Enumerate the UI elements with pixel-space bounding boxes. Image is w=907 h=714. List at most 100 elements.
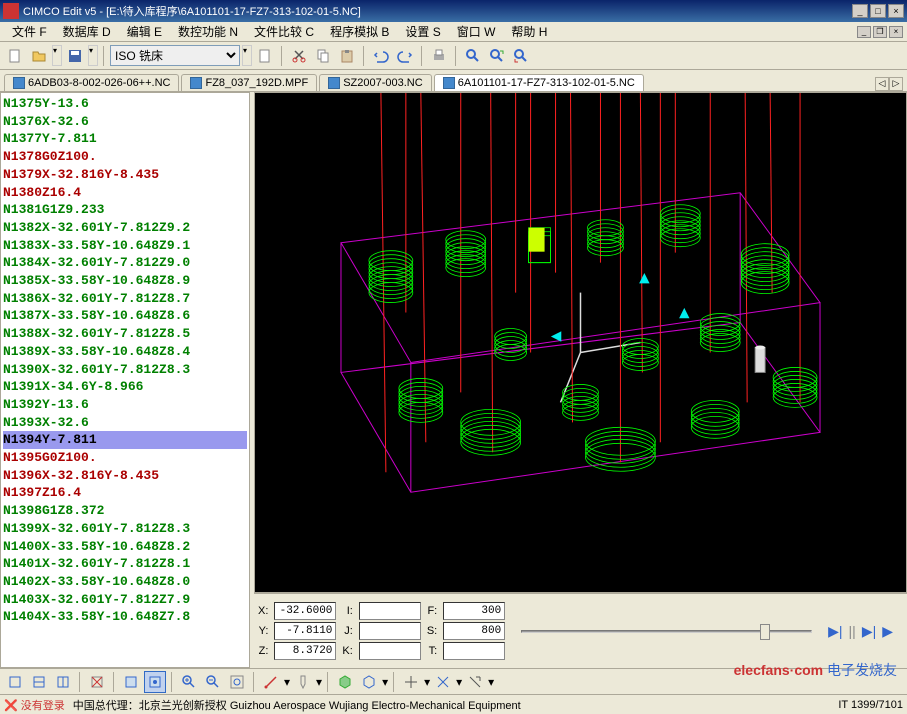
code-line[interactable]: N1376X-32.6 — [3, 113, 247, 131]
tab-scroll-right-button[interactable]: ▷ — [889, 77, 903, 91]
tab-doc-3[interactable]: 6A101101-17-FZ7-313-102-01-5.NC — [434, 74, 644, 91]
origin-dropdown-button[interactable]: ▾ — [456, 675, 462, 689]
code-line[interactable]: N1396X-32.816Y-8.435 — [3, 467, 247, 485]
t-value-field[interactable] — [443, 642, 505, 660]
step-forward-button[interactable]: ▶| — [862, 623, 876, 640]
s-value-field[interactable] — [443, 622, 505, 640]
axis-toggle-button[interactable] — [400, 671, 422, 693]
code-line[interactable]: N1385X-33.58Y-10.648Z8.9 — [3, 272, 247, 290]
undo-button[interactable] — [370, 45, 392, 67]
z-value-field[interactable] — [274, 642, 336, 660]
menu-edit[interactable]: 编辑 E — [119, 21, 170, 42]
code-line[interactable]: N1397Z16.4 — [3, 484, 247, 502]
save-button[interactable] — [64, 45, 86, 67]
code-line[interactable]: N1383X-33.58Y-10.648Z9.1 — [3, 237, 247, 255]
code-line[interactable]: N1378G0Z100. — [3, 148, 247, 166]
view-top-button[interactable] — [4, 671, 26, 693]
find-prev-button[interactable] — [510, 45, 532, 67]
solid-view-button[interactable] — [334, 671, 356, 693]
axis-dropdown-button[interactable]: ▾ — [424, 675, 430, 689]
menu-compare[interactable]: 文件比较 C — [246, 21, 322, 42]
menu-nc[interactable]: 数控功能 N — [170, 21, 246, 42]
wireframe-button[interactable] — [358, 671, 380, 693]
minimize-button[interactable]: _ — [852, 4, 868, 18]
settings-button[interactable] — [464, 671, 486, 693]
machine-config-button[interactable]: ▾ — [242, 45, 252, 66]
mdi-minimize-button[interactable]: _ — [857, 26, 871, 38]
mdi-close-button[interactable]: × — [889, 26, 903, 38]
menu-database[interactable]: 数据库 D — [55, 21, 119, 42]
show-toolpath-button[interactable] — [144, 671, 166, 693]
code-line[interactable]: N1394Y-7.811 — [3, 431, 247, 449]
code-line[interactable]: N1402X-33.58Y-10.648Z8.0 — [3, 573, 247, 591]
x-value-field[interactable] — [274, 602, 336, 620]
close-button[interactable]: × — [888, 4, 904, 18]
pause-button[interactable]: || — [849, 623, 856, 640]
open-dropdown-button[interactable]: ▾ — [52, 45, 62, 66]
find-button[interactable] — [462, 45, 484, 67]
code-line[interactable]: N1389X-33.58Y-10.648Z8.4 — [3, 343, 247, 361]
code-line[interactable]: N1387X-33.58Y-10.648Z8.6 — [3, 307, 247, 325]
code-line[interactable]: N1377Y-7.811 — [3, 130, 247, 148]
new-file-button[interactable] — [4, 45, 26, 67]
measure-button[interactable] — [260, 671, 282, 693]
code-line[interactable]: N1400X-33.58Y-10.648Z8.2 — [3, 538, 247, 556]
view-side-button[interactable] — [52, 671, 74, 693]
step-back-button[interactable]: ▶| — [828, 623, 842, 640]
code-line[interactable]: N1392Y-13.6 — [3, 396, 247, 414]
tab-doc-0[interactable]: 6ADB03-8-002-026-06++.NC — [4, 74, 179, 91]
y-value-field[interactable] — [274, 622, 336, 640]
maximize-button[interactable]: □ — [870, 4, 886, 18]
menu-sim[interactable]: 程序模拟 B — [322, 21, 397, 42]
find-next-button[interactable] — [486, 45, 508, 67]
code-line[interactable]: N1388X-32.601Y-7.812Z8.5 — [3, 325, 247, 343]
code-line[interactable]: N1390X-32.601Y-7.812Z8.3 — [3, 361, 247, 379]
tab-scroll-left-button[interactable]: ◁ — [875, 77, 889, 91]
code-line[interactable]: N1395G0Z100. — [3, 449, 247, 467]
view-mode-dropdown-button[interactable]: ▾ — [382, 675, 388, 689]
view-front-button[interactable] — [28, 671, 50, 693]
code-line[interactable]: N1401X-32.601Y-7.812Z8.1 — [3, 555, 247, 573]
redo-button[interactable] — [394, 45, 416, 67]
settings-dropdown-button[interactable]: ▾ — [488, 675, 494, 689]
show-rapids-button[interactable] — [120, 671, 142, 693]
i-value-field[interactable] — [359, 602, 421, 620]
zoom-fit-button[interactable] — [226, 671, 248, 693]
nc-code-editor[interactable]: N1375Y-13.6N1376X-32.6N1377Y-7.811N1378G… — [0, 92, 250, 668]
open-file-button[interactable] — [28, 45, 50, 67]
machine-type-select[interactable]: ISO 铣床 — [110, 45, 240, 66]
f-value-field[interactable] — [443, 602, 505, 620]
code-line[interactable]: N1398G1Z8.372 — [3, 502, 247, 520]
menu-settings[interactable]: 设置 S — [397, 21, 448, 42]
play-button[interactable]: ▶ — [882, 623, 893, 640]
zoom-in-button[interactable] — [178, 671, 200, 693]
code-line[interactable]: N1380Z16.4 — [3, 184, 247, 202]
clear-view-button[interactable] — [86, 671, 108, 693]
code-line[interactable]: N1393X-32.6 — [3, 414, 247, 432]
copy-button[interactable] — [312, 45, 334, 67]
save-dropdown-button[interactable]: ▾ — [88, 45, 98, 66]
origin-button[interactable] — [432, 671, 454, 693]
code-line[interactable]: N1379X-32.816Y-8.435 — [3, 166, 247, 184]
code-line[interactable]: N1386X-32.601Y-7.812Z8.7 — [3, 290, 247, 308]
menu-window[interactable]: 窗口 W — [449, 21, 504, 42]
code-line[interactable]: N1375Y-13.6 — [3, 95, 247, 113]
code-line[interactable]: N1382X-32.601Y-7.812Z9.2 — [3, 219, 247, 237]
measure-dropdown-button[interactable]: ▾ — [284, 675, 290, 689]
tool-display-button[interactable] — [292, 671, 314, 693]
mdi-restore-button[interactable]: ❐ — [873, 26, 887, 38]
menu-help[interactable]: 帮助 H — [503, 21, 555, 42]
code-line[interactable]: N1399X-32.601Y-7.812Z8.3 — [3, 520, 247, 538]
j-value-field[interactable] — [359, 622, 421, 640]
print-button[interactable] — [428, 45, 450, 67]
tab-doc-1[interactable]: FZ8_037_192D.MPF — [181, 74, 317, 91]
tool-dropdown-button[interactable]: ▾ — [316, 675, 322, 689]
k-value-field[interactable] — [359, 642, 421, 660]
machine-settings-button[interactable] — [254, 45, 276, 67]
tab-doc-2[interactable]: SZ2007-003.NC — [319, 74, 432, 91]
simulation-speed-slider[interactable] — [521, 621, 812, 641]
menu-file[interactable]: 文件 F — [4, 21, 55, 42]
code-line[interactable]: N1391X-34.6Y-8.966 — [3, 378, 247, 396]
code-line[interactable]: N1384X-32.601Y-7.812Z9.0 — [3, 254, 247, 272]
code-line[interactable]: N1403X-32.601Y-7.812Z7.9 — [3, 591, 247, 609]
